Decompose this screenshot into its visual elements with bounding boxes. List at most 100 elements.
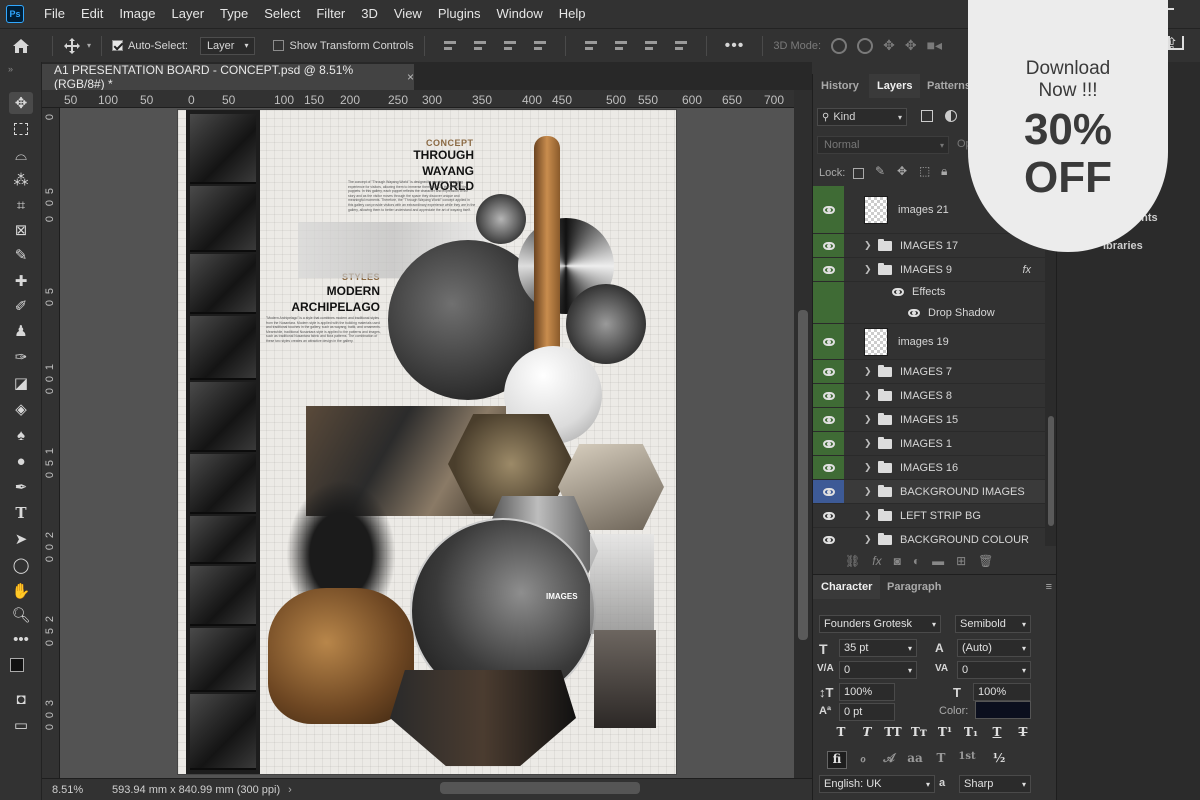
quick-mask-icon[interactable]: ◘ (9, 688, 33, 710)
show-transform-checkbox[interactable]: Show Transform Controls (273, 40, 414, 52)
clone-stamp-icon[interactable]: ♟ (9, 320, 33, 342)
visibility-toggle[interactable] (813, 234, 844, 257)
visibility-toggle[interactable] (813, 186, 844, 233)
foreground-color-swatch[interactable] (10, 658, 24, 672)
edit-toolbar-icon[interactable]: ••• (9, 628, 33, 650)
chevron-right-icon[interactable]: ❯ (864, 486, 874, 497)
layer-filter-dropdown[interactable]: ⚲ Kind ▾ (817, 108, 907, 126)
menu-select[interactable]: Select (256, 0, 308, 28)
tracking-field[interactable]: 0 ▾ (957, 661, 1031, 679)
scrollbar-thumb[interactable] (1048, 416, 1054, 526)
font-family-dropdown[interactable]: Founders Grotesk ▾ (819, 615, 941, 633)
stylistic-alternates-button[interactable]: aa (905, 751, 925, 769)
layer-effects-row[interactable]: Effects (813, 282, 1045, 302)
lock-transparent-icon[interactable] (853, 168, 864, 179)
presentation-board-document[interactable]: CONCEPT THROUGH WAYANG WORLD The concept… (178, 110, 676, 774)
align-top-icon[interactable] (582, 39, 600, 53)
antialias-dropdown[interactable]: Sharp ▾ (959, 775, 1031, 793)
all-caps-button[interactable]: TT (883, 725, 903, 743)
layer-row[interactable]: ❯ LEFT STRIP BG (813, 504, 1045, 528)
3d-orbit-icon[interactable] (831, 37, 848, 54)
eye-icon[interactable] (892, 288, 904, 296)
healing-brush-icon[interactable]: ✚ (9, 270, 33, 292)
marquee-tool-icon[interactable] (9, 118, 33, 140)
magic-wand-icon[interactable]: ⁂ (9, 169, 33, 191)
menu-filter[interactable]: Filter (308, 0, 353, 28)
layer-row[interactable]: ❯ IMAGES 16 (813, 456, 1045, 480)
chevron-right-icon[interactable]: ❯ (864, 438, 874, 449)
filter-adjustment-icon[interactable] (945, 110, 957, 122)
visibility-toggle[interactable] (813, 456, 844, 479)
3d-pan-icon[interactable]: ✥ (883, 37, 895, 54)
new-layer-icon[interactable]: ⊞ (956, 554, 966, 568)
align-center-horizontal-icon[interactable] (471, 39, 489, 53)
layer-row[interactable]: ❯ IMAGES 8 (813, 384, 1045, 408)
layer-row[interactable]: ❯ IMAGES 9 fx (813, 258, 1045, 282)
font-style-dropdown[interactable]: Semibold ▾ (955, 615, 1031, 633)
visibility-toggle[interactable] (813, 480, 844, 503)
brush-tool-icon[interactable]: ✐ (9, 295, 33, 317)
menu-plugins[interactable]: Plugins (430, 0, 489, 28)
zoom-level[interactable]: 8.51% (52, 784, 102, 796)
language-dropdown[interactable]: English: UK ▾ (819, 775, 935, 793)
visibility-toggle[interactable] (813, 504, 844, 527)
layer-row[interactable]: ❯ IMAGES 17 (813, 234, 1045, 258)
visibility-toggle[interactable] (813, 258, 844, 281)
chevron-right-icon[interactable]: ❯ (864, 414, 874, 425)
lock-all-icon[interactable]: 🔒︎ (941, 164, 947, 179)
tab-paragraph[interactable]: Paragraph (879, 575, 949, 599)
layer-row[interactable]: ❯ IMAGES 7 (813, 360, 1045, 384)
fractions-button[interactable]: ½ (989, 751, 1009, 769)
layer-row-selected[interactable]: ❯ BACKGROUND IMAGES (813, 480, 1045, 504)
dodge-tool-icon[interactable]: ● (9, 450, 33, 472)
panel-menu-icon[interactable]: ≡ (1046, 581, 1052, 593)
more-options-icon[interactable]: ••• (725, 37, 745, 55)
promo-badge[interactable]: Download Now !!! 30% OFF (968, 0, 1168, 252)
chevron-right-icon[interactable]: ❯ (864, 390, 874, 401)
close-icon[interactable]: × (407, 70, 414, 84)
layer-effect-row[interactable]: Drop Shadow (813, 302, 1045, 324)
chevron-right-icon[interactable]: ❯ (864, 510, 874, 521)
fx-icon[interactable]: fx (872, 554, 881, 568)
eyedropper-icon[interactable]: ✎ (9, 244, 33, 266)
horizontal-scale-field[interactable]: 100% (973, 683, 1031, 701)
distribute-icon[interactable] (531, 39, 549, 53)
horizontal-scrollbar-thumb[interactable] (440, 782, 640, 794)
filter-image-icon[interactable] (921, 110, 933, 122)
visibility-toggle[interactable] (813, 324, 844, 359)
visibility-toggle[interactable] (813, 528, 844, 546)
chevron-right-icon[interactable]: ❯ (864, 366, 874, 377)
paint-bucket-icon[interactable]: ◈ (9, 398, 33, 420)
visibility-toggle[interactable] (813, 384, 844, 407)
collapse-toolbar-icon[interactable]: » (8, 64, 13, 74)
visibility-toggle[interactable] (813, 408, 844, 431)
blend-mode-dropdown[interactable]: Normal ▾ (817, 136, 949, 154)
align-middle-vertical-icon[interactable] (612, 39, 630, 53)
menu-file[interactable]: File (36, 0, 73, 28)
menu-3d[interactable]: 3D (353, 0, 386, 28)
baseline-shift-field[interactable]: 0 pt (839, 703, 895, 721)
link-layers-icon[interactable]: ⛓ (845, 554, 860, 568)
lock-artboard-icon[interactable]: ⬚ (919, 164, 930, 178)
menu-view[interactable]: View (386, 0, 430, 28)
frame-tool-icon[interactable]: ⊠ (9, 219, 33, 241)
menu-edit[interactable]: Edit (73, 0, 111, 28)
new-group-icon[interactable]: ▬ (932, 554, 944, 568)
eraser-icon[interactable]: ◪ (9, 372, 33, 394)
lock-position-icon[interactable]: ✥ (897, 164, 907, 178)
chevron-right-icon[interactable]: ❯ (864, 462, 874, 473)
align-left-icon[interactable] (441, 39, 459, 53)
share-icon[interactable] (1168, 36, 1184, 50)
strikethrough-button[interactable]: T (1013, 725, 1033, 743)
faux-bold-button[interactable]: T (831, 725, 851, 743)
type-tool-icon[interactable]: T (9, 502, 33, 524)
menu-image[interactable]: Image (111, 0, 163, 28)
tab-document[interactable]: A1 PRESENTATION BOARD - CONCEPT.psd @ 8.… (42, 63, 414, 91)
blur-tool-icon[interactable]: ♠ (9, 424, 33, 446)
small-caps-button[interactable]: Tт (909, 725, 929, 743)
align-right-icon[interactable] (501, 39, 519, 53)
menu-layer[interactable]: Layer (164, 0, 213, 28)
delete-layer-icon[interactable]: 🗑︎ (978, 554, 993, 568)
lock-brush-icon[interactable]: ✎ (875, 164, 885, 178)
3d-slide-icon[interactable]: ✥ (905, 37, 917, 54)
